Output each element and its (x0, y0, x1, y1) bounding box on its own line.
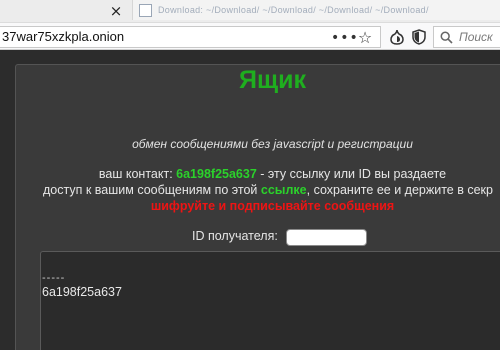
tab-title: Download: ~/Download/ ~/Download/ ~/Down… (158, 5, 429, 15)
recipient-label: ID получателя: (192, 229, 278, 243)
contact-suffix: - эту ссылку или ID вы раздаете (256, 167, 447, 181)
close-icon[interactable]: × (106, 1, 126, 21)
page-subtitle: обмен сообщениями без javascript и регис… (132, 137, 413, 151)
message-id-text: 6a198f25a637 (42, 285, 122, 299)
navigation-toolbar: 37war75xzkpla.onion ••• ☆ Поиск (0, 22, 500, 50)
message-separator: ----- (42, 272, 66, 284)
warning-text: шифруйте и подписывайте сообщения (150, 199, 395, 213)
onion-icon[interactable] (387, 27, 407, 47)
tab-favicon-icon (139, 3, 152, 17)
search-input[interactable]: Поиск (459, 30, 493, 44)
contact-line: ваш контакт: 6a198f25a637 - эту ссылку и… (0, 167, 500, 181)
search-icon (440, 31, 453, 44)
page-title: Ящик (239, 66, 306, 94)
access-prefix: доступ к вашим сообщениям по этой (43, 183, 261, 197)
bookmark-star-icon[interactable]: ☆ (355, 28, 375, 48)
contact-prefix: ваш контакт: (98, 167, 177, 181)
page-actions-menu-icon[interactable]: ••• (331, 28, 358, 48)
tab-strip: × Download: ~/Download/ ~/Download/ ~/Do… (0, 0, 500, 22)
search-bar[interactable]: Поиск (433, 26, 500, 48)
url-bar[interactable]: 37war75xzkpla.onion ••• ☆ (0, 26, 381, 48)
access-suffix: , сохраните ее и держите в секр (306, 183, 493, 197)
contact-id: 6a198f25a637 (176, 167, 257, 181)
access-link[interactable]: ссылке (261, 183, 307, 197)
url-text[interactable]: 37war75xzkpla.onion (2, 29, 124, 44)
access-line: доступ к вашим сообщениям по этой ссылке… (43, 183, 493, 197)
recipient-id-input[interactable] (286, 229, 367, 246)
browser-tab[interactable]: Download: ~/Download/ ~/Download/ ~/Down… (132, 0, 500, 20)
message-textarea[interactable] (40, 251, 500, 350)
shield-icon[interactable] (409, 27, 429, 47)
